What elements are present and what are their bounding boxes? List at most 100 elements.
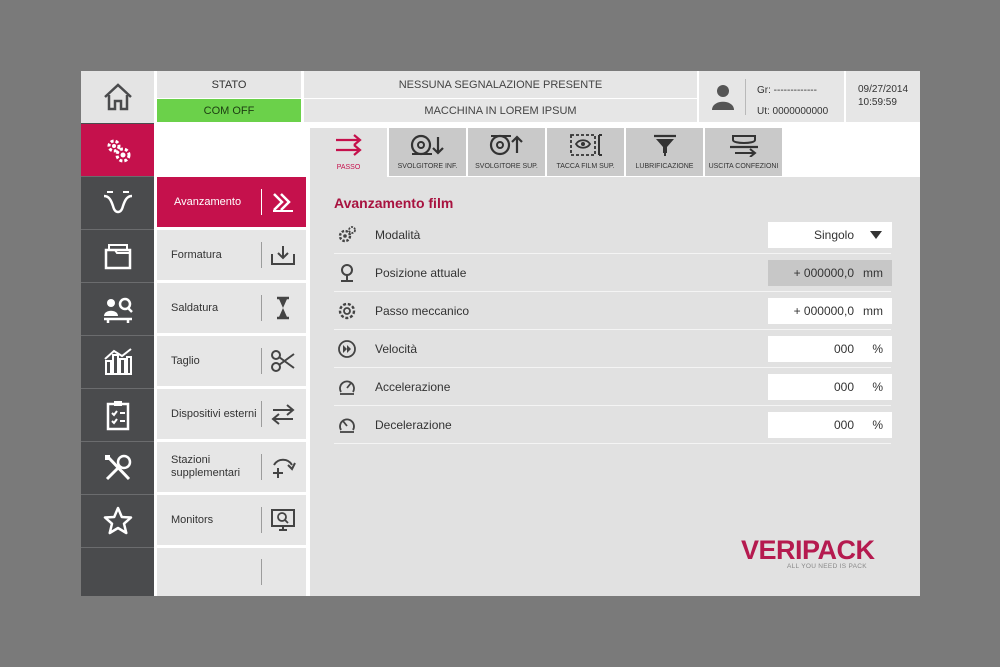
favorites-button[interactable] — [81, 495, 154, 547]
accelerazione-input[interactable]: 000 % — [768, 374, 892, 400]
folder-button[interactable] — [81, 230, 154, 282]
mode-gears-icon — [338, 226, 356, 243]
submenu-item-taglio[interactable]: Taglio — [157, 336, 306, 386]
tools-icon — [104, 454, 131, 481]
submenu-item-monitors[interactable]: Monitors — [157, 495, 306, 545]
tab-svolgitore-inf[interactable]: SVOLGITORE INF. — [389, 128, 466, 176]
modalita-dropdown[interactable]: Singolo — [768, 222, 892, 248]
row-accelerazione: Accelerazione 000 % — [334, 368, 892, 406]
double-arrow-icon — [269, 189, 297, 215]
main-nav-rail — [81, 71, 154, 596]
tab-label: SVOLGITORE INF. — [397, 163, 458, 170]
veripack-logo: VERIPACK ALL YOU NEED IS PACK — [741, 535, 893, 575]
user-panel[interactable]: Gr: ------------- Ut: 0000000000 — [699, 71, 844, 122]
logo-tagline: ALL YOU NEED IS PACK — [787, 563, 867, 570]
film-mark-icon — [547, 133, 624, 157]
tab-passo[interactable]: PASSO — [310, 128, 387, 179]
field-value: + 000000,0 — [793, 304, 854, 318]
tab-label: LUBRIFICAZIONE — [635, 163, 694, 170]
field-unit: mm — [863, 266, 883, 280]
submenu-item-formatura[interactable]: Formatura — [157, 230, 306, 280]
tab-label: SVOLGITORE SUP. — [475, 163, 538, 170]
field-unit: % — [872, 418, 883, 432]
mechanical-gear-icon — [338, 302, 356, 320]
lubrication-icon — [626, 133, 703, 157]
statistics-button[interactable] — [81, 336, 154, 388]
date-display: 09/27/2014 — [858, 84, 909, 95]
velocita-input[interactable]: 000 % — [768, 336, 892, 362]
submenu-item-label: Taglio — [171, 354, 200, 367]
acceleration-icon — [339, 380, 355, 395]
hmi-window: STATO COM OFF NESSUNA SEGNALAZIONE PRESE… — [81, 71, 920, 596]
swap-arrows-icon — [269, 401, 297, 427]
scissors-icon — [269, 348, 297, 374]
submenu-item-stazioni-supplementari[interactable]: Stazioni supplementari — [157, 442, 306, 492]
submenu-item-empty — [157, 548, 306, 596]
submenu-item-label: Formatura — [171, 248, 222, 261]
datetime-panel: 09/27/2014 10:59:59 — [846, 71, 920, 122]
checklist-button[interactable] — [81, 389, 154, 441]
field-label: Decelerazione — [375, 418, 452, 432]
user-icon — [712, 85, 734, 110]
submenu: Avanzamento Formatura Saldatura Taglio D… — [157, 177, 306, 596]
field-label: Posizione attuale — [375, 266, 467, 280]
settings-gears-icon — [107, 139, 130, 163]
dropdown-value: Singolo — [813, 228, 854, 242]
settings-button[interactable] — [81, 124, 154, 176]
submenu-item-avanzamento[interactable]: Avanzamento — [157, 177, 306, 227]
unwinder-upper-icon — [468, 133, 545, 157]
home-icon — [103, 83, 132, 111]
user-group: Gr: ------------- — [757, 85, 817, 96]
statistics-chart-icon — [103, 348, 132, 375]
field-unit: % — [872, 380, 883, 394]
field-value: 000 — [833, 380, 854, 394]
add-station-icon — [269, 454, 297, 480]
tray-download-icon — [269, 242, 297, 268]
tab-uscita-confezioni[interactable]: USCITA CONFEZIONI — [705, 128, 782, 176]
field-value: + 000000,0 — [793, 266, 854, 280]
home-button[interactable] — [81, 71, 154, 123]
section-title: Avanzamento film — [334, 195, 454, 211]
film-feed-button[interactable] — [81, 177, 154, 229]
passo-meccanico-input[interactable]: + 000000,0 mm — [768, 298, 892, 324]
tab-label: PASSO — [336, 164, 361, 171]
tab-svolgitore-sup[interactable]: SVOLGITORE SUP. — [468, 128, 545, 176]
submenu-item-label: Saldatura — [171, 301, 219, 314]
hourglass-icon — [269, 295, 297, 321]
field-value: 000 — [833, 418, 854, 432]
submenu-item-label: Avanzamento — [174, 195, 242, 208]
submenu-item-label: Monitors — [171, 513, 214, 526]
field-unit: % — [872, 342, 883, 356]
submenu-item-label: Stazioni supplementari — [171, 454, 241, 479]
row-modalita: Modalità Singolo — [334, 216, 892, 254]
field-label: Passo meccanico — [375, 304, 470, 318]
submenu-item-dispositivi-esterni[interactable]: Dispositivi esterni — [157, 389, 306, 439]
row-decelerazione: Decelerazione 000 % — [334, 406, 892, 444]
folder-icon — [104, 244, 131, 270]
decelerazione-input[interactable]: 000 % — [768, 412, 892, 438]
row-velocita: Velocità 000 % — [334, 330, 892, 368]
com-status-badge: COM OFF — [157, 99, 301, 122]
package-exit-icon — [705, 133, 782, 157]
speed-icon — [338, 340, 356, 358]
tools-button[interactable] — [81, 442, 154, 494]
tab-tacca-film-sup[interactable]: TACCA FILM SUP. — [547, 128, 624, 176]
submenu-item-saldatura[interactable]: Saldatura — [157, 283, 306, 333]
checklist-icon — [106, 401, 129, 431]
unwinder-lower-icon — [389, 133, 466, 157]
tab-label: USCITA CONFEZIONI — [708, 163, 779, 170]
field-label: Velocità — [375, 342, 418, 356]
tab-label: TACCA FILM SUP. — [556, 163, 615, 170]
operator-inspection-icon — [103, 297, 133, 323]
field-value: 000 — [833, 342, 854, 356]
submenu-item-label: Dispositivi esterni — [171, 407, 257, 420]
logo-wordmark: VERIPACK — [741, 535, 875, 565]
alarm-message: NESSUNA SEGNALAZIONE PRESENTE — [304, 71, 697, 98]
status-label: STATO — [157, 71, 301, 98]
inspection-button[interactable] — [81, 283, 154, 335]
tab-lubrificazione[interactable]: LUBRIFICAZIONE — [626, 128, 703, 176]
location-pin-icon — [341, 264, 353, 282]
machine-status-message: MACCHINA IN LOREM IPSUM — [304, 99, 697, 122]
chevron-down-icon — [870, 231, 882, 239]
row-posizione-attuale: Posizione attuale + 000000,0 mm — [334, 254, 892, 292]
